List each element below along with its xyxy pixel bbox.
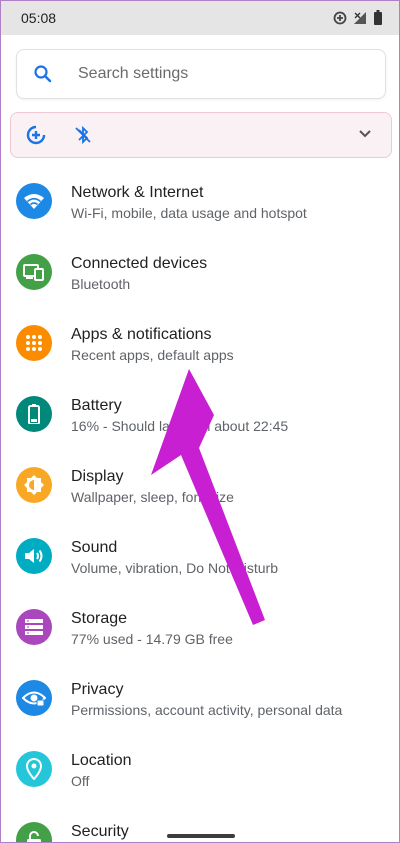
settings-item-title: Privacy [71, 681, 124, 698]
gesture-nav-handle[interactable] [167, 834, 235, 838]
settings-item-subtitle: 16% - Should last until about 22:45 [71, 418, 289, 434]
settings-item-subtitle: Permissions, account activity, personal … [71, 702, 343, 718]
settings-item-title: Security [71, 823, 129, 840]
lock-icon [16, 822, 52, 842]
settings-item-display[interactable]: Display Wallpaper, sleep, font size [1, 450, 399, 521]
bluetooth-off-icon[interactable] [72, 124, 94, 151]
settings-item-title: Display [71, 468, 124, 485]
speaker-icon [16, 538, 52, 574]
data-saver-icon [333, 11, 347, 25]
suggestion-card[interactable] [10, 112, 392, 158]
data-saver-icon[interactable] [25, 124, 47, 151]
settings-item-battery[interactable]: Battery 16% - Should last until about 22… [1, 379, 399, 450]
settings-item-title: Storage [71, 610, 128, 627]
settings-item-subtitle: Recent apps, default apps [71, 347, 234, 363]
wifi-icon [16, 183, 52, 219]
status-time: 05:08 [21, 10, 57, 26]
settings-item-subtitle: Wi-Fi, mobile, data usage and hotspot [71, 205, 307, 221]
no-signal-icon [353, 11, 367, 25]
settings-item-subtitle: Off [71, 773, 90, 789]
chevron-down-icon[interactable] [357, 126, 373, 147]
battery-icon [373, 10, 383, 25]
settings-item-privacy[interactable]: Privacy Permissions, account activity, p… [1, 663, 399, 734]
settings-item-title: Apps & notifications [71, 326, 212, 343]
settings-item-storage[interactable]: Storage 77% used - 14.79 GB free [1, 592, 399, 663]
settings-item-title: Network & Internet [71, 184, 204, 201]
apps-grid-icon [16, 325, 52, 361]
location-pin-icon [16, 751, 52, 787]
search-input[interactable]: Search settings [78, 65, 188, 83]
search-bar[interactable]: Search settings [16, 49, 386, 99]
settings-item-sound[interactable]: Sound Volume, vibration, Do Not Disturb [1, 521, 399, 592]
devices-icon [16, 254, 52, 290]
settings-item-location[interactable]: Location Off [1, 734, 399, 805]
status-icons [333, 10, 383, 25]
brightness-icon [16, 467, 52, 503]
settings-item-subtitle: Wallpaper, sleep, font size [71, 489, 234, 505]
battery-icon [16, 396, 52, 432]
search-icon [33, 64, 53, 89]
settings-item-subtitle: Volume, vibration, Do Not Disturb [71, 560, 278, 576]
settings-item-title: Battery [71, 397, 122, 414]
settings-item-title: Location [71, 752, 132, 769]
settings-item-subtitle: 77% used - 14.79 GB free [71, 631, 233, 647]
screen-frame: 05:08 Search settings Network & Internet… [0, 0, 400, 843]
settings-item-subtitle: Bluetooth [71, 276, 131, 292]
status-bar: 05:08 [1, 1, 399, 35]
settings-item-title: Connected devices [71, 255, 208, 272]
settings-item-connected-devices[interactable]: Connected devices Bluetooth [1, 237, 399, 308]
settings-item-title: Sound [71, 539, 118, 556]
eye-icon [16, 680, 52, 716]
storage-icon [16, 609, 52, 645]
settings-item-apps[interactable]: Apps & notifications Recent apps, defaul… [1, 308, 399, 379]
settings-item-network[interactable]: Network & Internet Wi-Fi, mobile, data u… [1, 166, 399, 237]
